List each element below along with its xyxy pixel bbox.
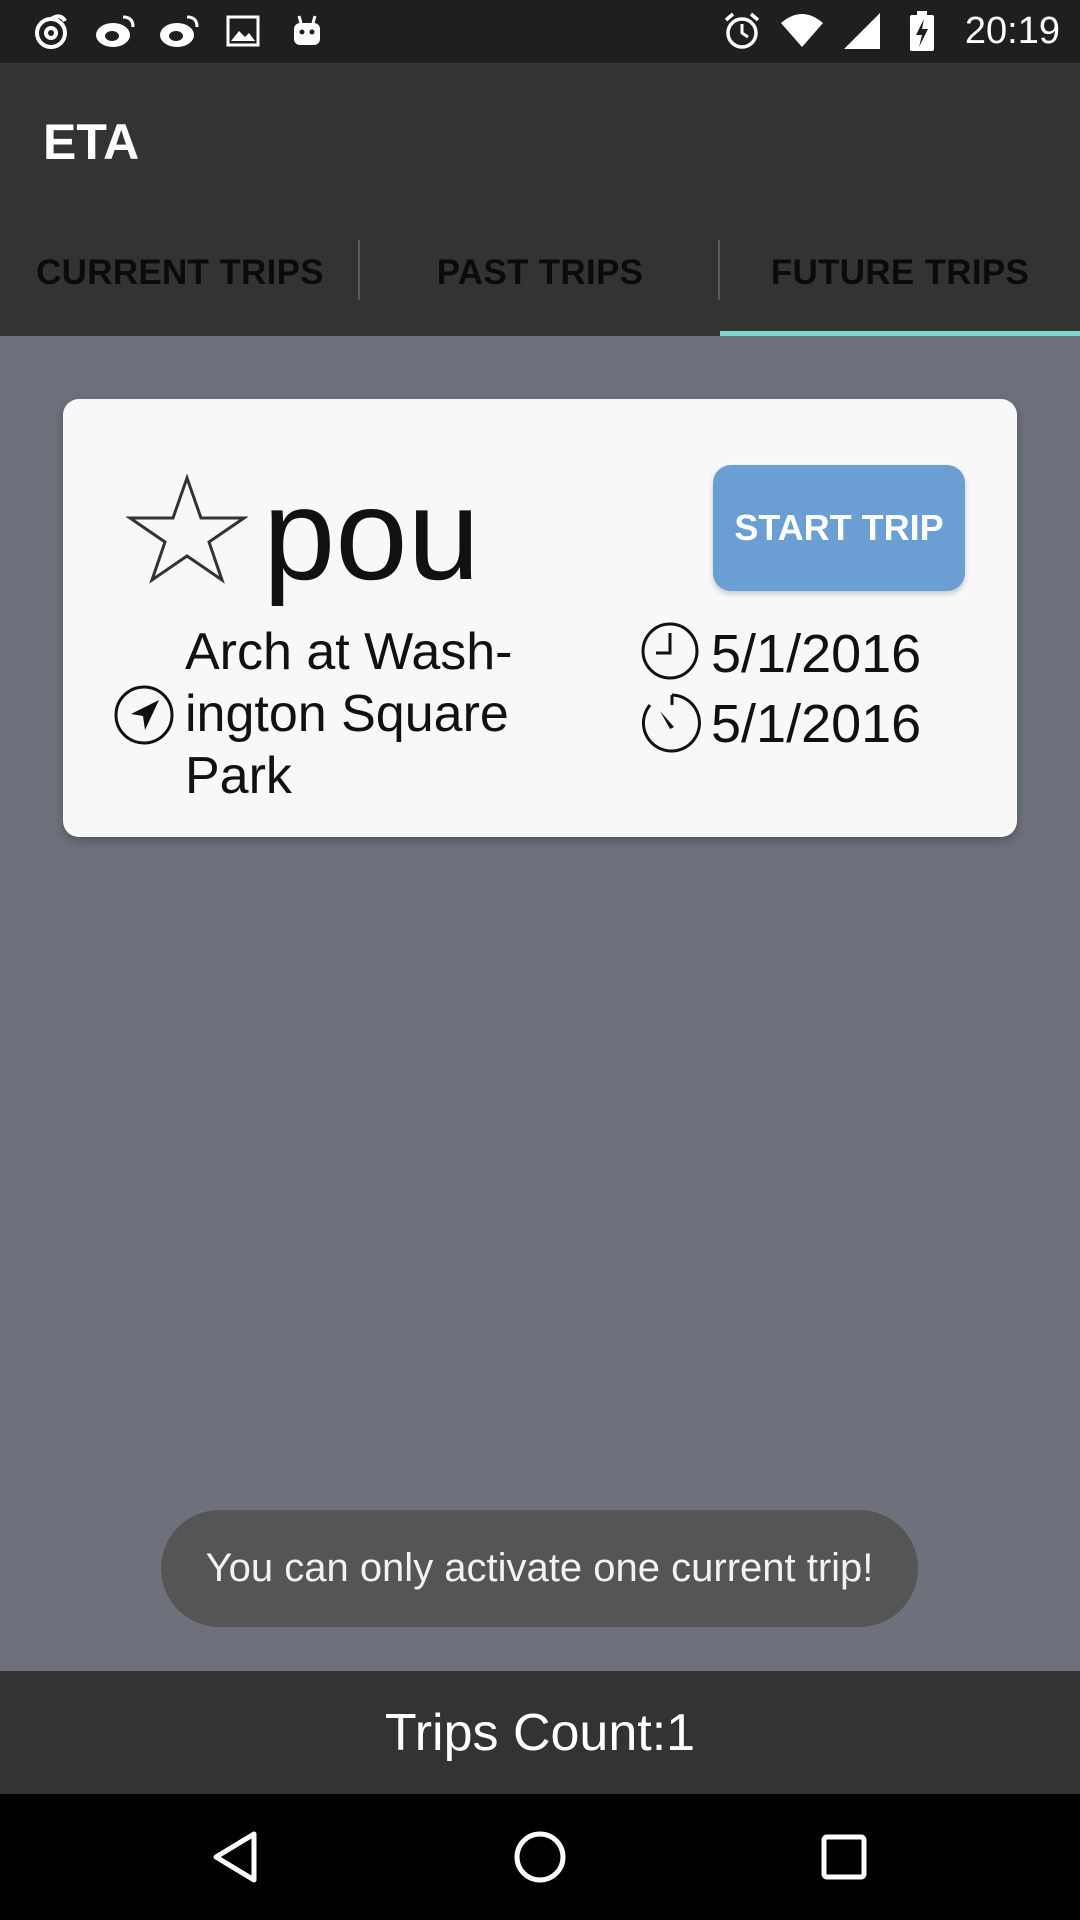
trip-name: pou [263,461,480,607]
tab-bar: CURRENT TRIPS PAST TRIPS FUTURE TRIPS [0,210,1080,336]
android-icon [284,8,330,54]
wifi-icon [779,8,825,54]
trips-count-label: Trips Count:1 [384,1703,696,1762]
tab-label: FUTURE TRIPS [770,253,1030,292]
battery-charging-icon [899,8,945,54]
clock-icon [640,621,700,681]
tab-selected-indicator [720,331,1080,336]
swirl-icon [28,8,74,54]
toast-text: You can only activate one current trip! [205,1546,874,1590]
navigation-bar [0,1794,1080,1920]
timer-icon [640,691,704,755]
navigation-arrow-icon [113,684,175,746]
status-bar: 20:19 [0,0,1080,63]
trip-card[interactable]: pou START TRIP Arch at Wash-ington Squar… [63,399,1017,837]
tab-label: PAST TRIPS [436,253,644,292]
tab-current-trips[interactable]: CURRENT TRIPS [0,210,360,336]
star-icon[interactable] [125,473,249,584]
clock-time: 20:19 [964,9,1060,52]
trip-end-date: 5/1/2016 [711,694,922,754]
tab-past-trips[interactable]: PAST TRIPS [360,210,720,336]
app-title: ETA [43,114,140,170]
tab-label: CURRENT TRIPS [36,253,324,292]
back-icon[interactable] [205,1827,265,1887]
recents-icon[interactable] [814,1827,874,1887]
tab-future-trips[interactable]: FUTURE TRIPS [720,210,1080,336]
alarm-icon [719,8,765,54]
system-icons: 20:19 [719,8,1060,54]
home-icon[interactable] [510,1827,570,1887]
notification-icons [28,8,330,54]
app-bar: ETA [0,63,1080,210]
weibo-icon [92,8,138,54]
weibo-icon [156,8,202,54]
trip-location: Arch at Wash-ington Square Park [185,623,513,805]
trips-count-footer: Trips Count:1 [0,1671,1080,1794]
toast-message: You can only activate one current trip! [161,1510,918,1627]
trip-start-date: 5/1/2016 [711,624,922,684]
image-icon [220,8,266,54]
start-trip-button[interactable]: START TRIP [713,465,965,591]
signal-icon [839,8,885,54]
